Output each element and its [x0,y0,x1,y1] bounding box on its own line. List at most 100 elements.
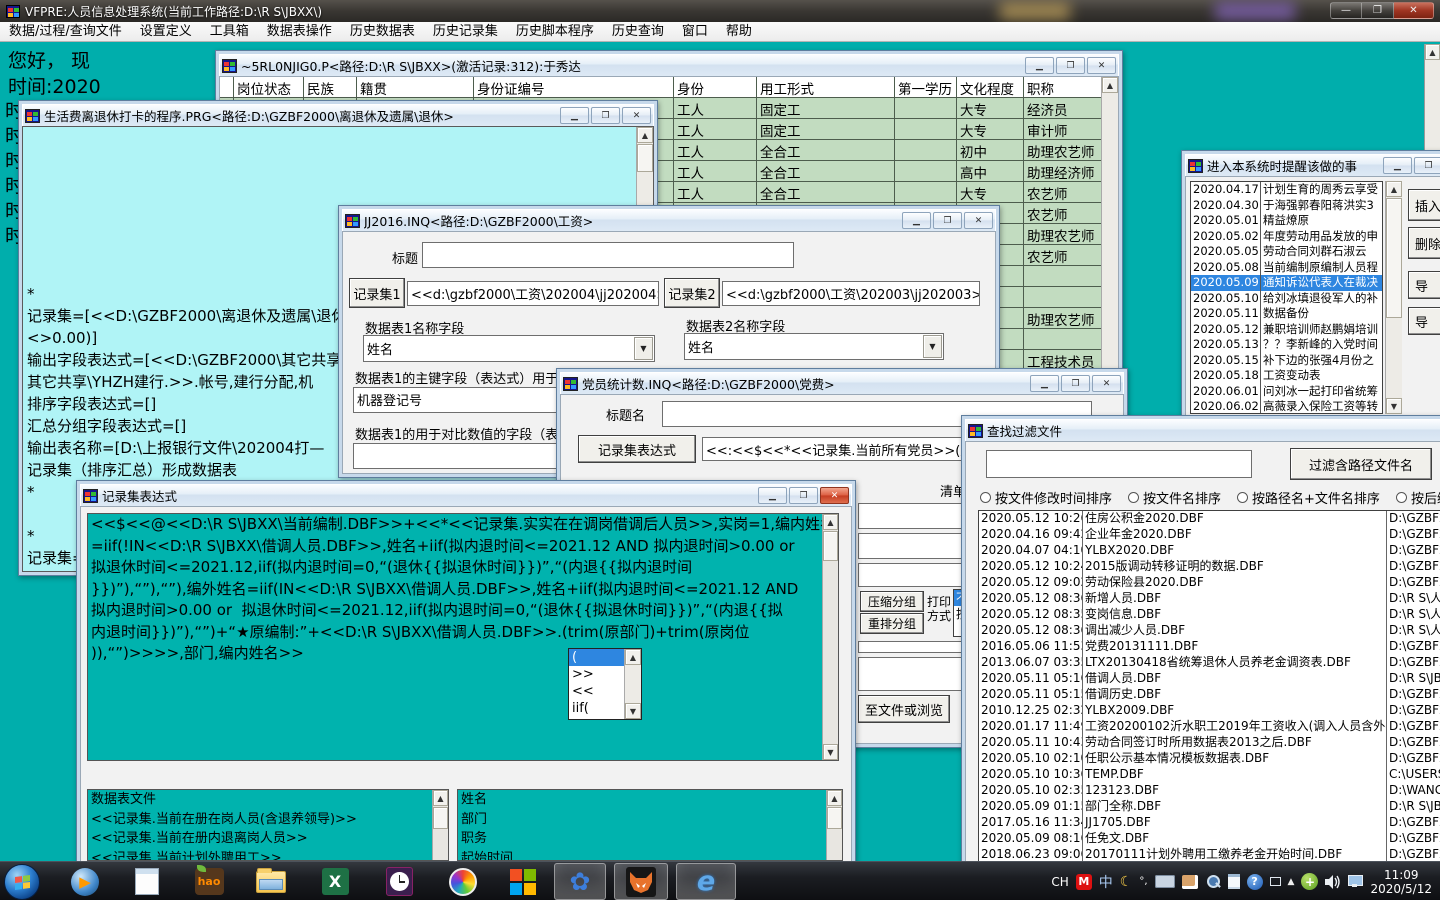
minimize-button[interactable]: ▁ [758,487,787,504]
list-item[interactable]: << [569,683,624,700]
close-button[interactable]: ✕ [622,107,651,124]
grid-vertical-scrollbar[interactable]: ▲ [1101,77,1118,370]
close-button[interactable]: ✕ [820,487,849,504]
party-field-2[interactable] [858,533,964,559]
app-maximize-button[interactable]: ❐ [1362,2,1394,19]
scroll-thumb[interactable] [827,807,842,829]
key-field[interactable]: 机器登记号 [353,387,565,413]
recordset2-button[interactable]: 记录集2 [664,278,720,308]
show-hidden-icons-chevron[interactable]: ▲ [1288,877,1295,887]
export-button-1[interactable]: 导 [1408,271,1440,299]
list-item[interactable]: 2020.05.05 劳动合同刘群石淑云 [1191,244,1382,260]
maximize-button[interactable]: ❐ [789,487,818,504]
list-item[interactable]: 2020.06.02 高薇录入保险工资等转 [1191,399,1382,414]
list-item[interactable]: 2020.05.12 兼职培训师赵鹏娟培训 [1191,322,1382,338]
personnel-window-titlebar[interactable]: ~5RL0NJIG0.P<路径:D:\R S\JBXX>(激活记录:312):于… [219,54,1119,76]
expression-window-titlebar[interactable]: 记录集表达式 ▁ ❐ ✕ [80,484,852,506]
file-list[interactable]: 2020.05.12 10:26: 住房公积金2020.DBF D:\GZBF2… [978,510,1440,863]
sogou-ime-icon[interactable]: M [1076,874,1092,890]
network-icon[interactable] [1348,875,1363,888]
table2-name-combobox[interactable]: 姓名 ▼ [684,333,944,360]
compress-group-button[interactable]: 压缩分组 [860,591,924,612]
taskbar-foxpro-button[interactable] [614,863,668,900]
list-item[interactable]: 2020.05.11 05:16: 借调人员.DBF D:\R S\JB [979,671,1440,687]
taskbar-hao123-button[interactable]: hao [186,863,232,900]
list-item[interactable]: 2020.05.12 10:26: 住房公积金2020.DBF D:\GZBF2… [979,511,1440,527]
recordset-expression-button[interactable]: 记录集表达式 [578,435,696,463]
list-item[interactable]: 2020.05.11 05:15: 借调历史.DBF D:\GZBF20 [979,687,1440,703]
list-item[interactable]: 2020.05.01 精益燎原 [1191,213,1382,229]
scroll-up-icon[interactable]: ▲ [827,790,842,806]
party-window-titlebar[interactable]: 党员统计数.INQ<路径:D:\GZBF2000\党费> ▁ ❐ ✕ [560,372,1124,394]
scroll-thumb[interactable] [1386,198,1402,318]
field-list[interactable]: 姓名部门职务起始时间变动年月 ▲ [457,789,843,861]
scroll-up-icon[interactable]: ▲ [625,649,641,665]
taskbar-media-player-button[interactable]: ▶ [62,863,108,900]
list-item[interactable]: 2020.05.10 02:35: 123123.DBF D:\WANG [979,783,1440,799]
list-item[interactable]: 2020.06.01 问刘冰一起打印省统筹 [1191,384,1382,400]
scroll-up-icon[interactable]: ▲ [1386,181,1402,197]
list-item[interactable]: 2020.05.10 02:10: 任职公示基本情况模板数据表.DBF D:\G… [979,751,1440,767]
list-item[interactable]: 2016.05.06 11:53: 党费20131111.DBF D:\GZBF… [979,639,1440,655]
close-button[interactable]: ✕ [964,212,993,229]
list-item[interactable]: >> [569,666,624,683]
scroll-down-icon[interactable]: ▼ [625,703,641,719]
scroll-up-icon[interactable]: ▲ [823,514,838,530]
start-button[interactable] [4,864,40,900]
list-item[interactable]: 2020.04.16 09:42: 企业年金2020.DBF D:\GZBF20 [979,527,1440,543]
list-item[interactable]: 2020.05.10 给刘冰填退役军人的补 [1191,291,1382,307]
list-scrollbar[interactable]: ▲ [826,790,842,860]
list-item[interactable]: 2020.01.17 11:49: 工资20200102沂水职工2019年工资收… [979,719,1440,735]
taskbar-ie-button[interactable]: e [676,863,736,900]
list-item[interactable]: 部门 [458,810,842,830]
jj2016-window-titlebar[interactable]: JJ2016.INQ<路径:D:\GZBF2000\工资> ▁ ❐ ✕ [342,209,996,231]
list-item[interactable]: <<记录集.当前在册内退离岗人员>> [88,829,448,849]
menu-item[interactable]: 窗口 [673,22,717,42]
moon-mode-icon[interactable]: ☾ [1120,874,1133,890]
radio-icon[interactable] [1128,492,1139,503]
party-field-4[interactable] [858,641,964,653]
list-item[interactable]: 2020.05.08 当前编制原编制人员程 [1191,260,1382,276]
list-item[interactable]: 姓名 [458,790,842,810]
list-item[interactable]: 2010.12.25 02:32: YLBX2009.DBF D:\GZBF20 [979,703,1440,719]
list-item[interactable]: 2020.05.18 工资变动表 [1191,368,1382,384]
chevron-down-icon[interactable]: ▼ [634,337,653,360]
radio-option[interactable]: 按文件名排序 [1128,488,1221,507]
scroll-up-icon[interactable]: ▲ [1102,77,1118,93]
app-titlebar[interactable]: VFPRE:人员信息处理系统(当前工作路径:D:\R S\JBXX\) — ❐ … [0,0,1440,22]
recordset1-field[interactable]: <<d:\gzbf2000\工资\202004\jj202004>> [407,281,659,306]
scroll-up-icon[interactable]: ▲ [637,127,653,143]
handwriting-icon[interactable] [1182,875,1198,889]
list-item[interactable]: 2020.05.15 补下边的张强4月份之 [1191,353,1382,369]
close-button[interactable]: ✕ [1087,57,1116,74]
list-item[interactable]: 2020.05.11 数据备份 [1191,306,1382,322]
list-item[interactable]: 2020.05.12 10:24: 2015版调动转移证明的数据.DBF D:\… [979,559,1440,575]
list-item[interactable]: 2017.05.16 11:34: JJ1705.DBF D:\GZBF20 [979,815,1440,831]
export-button-2[interactable]: 导 [1408,307,1440,335]
scroll-up-icon[interactable]: ▲ [1425,44,1440,60]
popup-scrollbar[interactable]: ▲ ▼ [624,649,641,719]
volume-icon[interactable] [1325,875,1341,889]
filter-search-input[interactable] [986,450,1252,478]
taskbar-notepad-button[interactable] [124,863,170,900]
list-item[interactable]: 2020.05.11 10:43: 劳动合同签订时所用数据表2013之后.DBF… [979,735,1440,751]
list-item[interactable]: ( [569,649,624,666]
minimize-button[interactable]: ▁ [1025,57,1054,74]
radio-icon[interactable] [1396,492,1407,503]
menu-item[interactable]: 历史数据表 [341,22,424,42]
radio-option[interactable]: 按后缀名排 [1396,488,1440,507]
scroll-down-icon[interactable]: ▼ [823,744,838,760]
list-item[interactable]: 2020.05.12 08:35: 变岗信息.DBF D:\R S\人 [979,607,1440,623]
delete-button[interactable]: 删除本 [1408,227,1440,259]
chevron-down-icon[interactable]: ▼ [923,335,942,358]
minimize-button[interactable]: ▁ [560,107,589,124]
menu-item[interactable]: 历史记录集 [424,22,507,42]
list-item[interactable]: 2020.04.17 计划生育的周秀云享受 [1191,182,1382,198]
reminder-list[interactable]: 2020.04.17 计划生育的周秀云享受 2020.04.30 于海强郭春阳蒋… [1190,181,1383,414]
list-item[interactable]: 职务 [458,829,842,849]
autocomplete-list[interactable]: (>><<iif( [569,649,624,719]
table1-name-combobox[interactable]: 姓名 ▼ [363,335,655,362]
party-field-5[interactable] [858,657,964,691]
datatable-file-list[interactable]: 数据表文件<<记录集.当前在册在岗人员(含退养领导)>><<记录集.当前在册内退… [87,789,449,861]
app-close-button[interactable]: ✕ [1394,2,1434,19]
